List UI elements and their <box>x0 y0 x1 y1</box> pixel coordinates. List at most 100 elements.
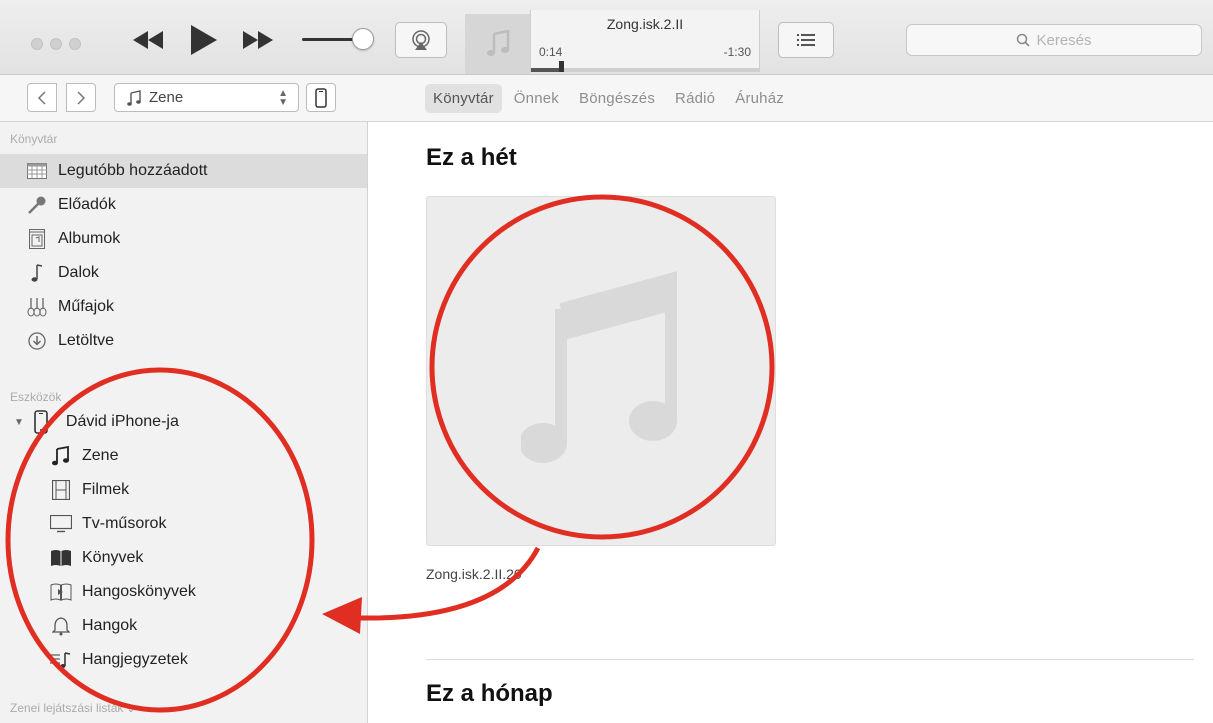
remaining-time: -1:30 <box>723 45 751 59</box>
album-artwork-tile[interactable] <box>426 196 776 546</box>
sidebar-item-label: Tv-műsorok <box>82 515 167 532</box>
music-icon <box>50 445 72 467</box>
tv-icon <box>50 513 72 535</box>
book-icon <box>50 547 72 569</box>
download-icon <box>26 330 48 352</box>
select-arrows-icon: ▲ ▼ <box>278 88 288 108</box>
device-button[interactable] <box>306 83 336 112</box>
back-button[interactable] <box>27 83 57 112</box>
sidebar-item-device-voice-memos[interactable]: Hangjegyzetek <box>0 643 367 677</box>
elapsed-time: 0:14 <box>539 45 563 59</box>
sidebar-item-genres[interactable]: Műfajok <box>0 290 367 324</box>
iphone-icon <box>30 410 52 434</box>
album-icon <box>26 228 48 250</box>
minimize-window-button[interactable] <box>50 38 62 50</box>
device-name: Dávid iPhone-ja <box>65 413 179 430</box>
play-button[interactable] <box>186 22 222 58</box>
chevron-down-icon: ⌄ <box>126 704 136 715</box>
rewind-button[interactable] <box>128 22 168 58</box>
fast-forward-button[interactable] <box>238 22 278 58</box>
play-icon <box>191 25 217 55</box>
now-playing-artwork <box>465 14 530 74</box>
disclosure-triangle-icon[interactable]: ▼ <box>14 417 24 428</box>
annotation-arrow-line <box>359 546 541 621</box>
sidebar-item-label: Műfajok <box>58 298 115 315</box>
sidebar-item-songs[interactable]: Dalok <box>0 256 367 290</box>
chevron-left-icon <box>37 90 46 105</box>
devices-heading: Eszközök <box>10 390 62 404</box>
microphone-icon <box>26 194 48 216</box>
sidebar-item-device-movies[interactable]: Filmek <box>0 473 367 507</box>
airplay-button[interactable] <box>395 22 447 58</box>
zoom-window-button[interactable] <box>69 38 81 50</box>
search-field[interactable]: Keresés <box>906 24 1202 56</box>
title-bar: Zong.isk.2.II 0:14 -1:30 Keresés <box>0 0 1213 75</box>
sidebar-item-recently-added[interactable]: Legutóbb hozzáadott <box>0 154 367 188</box>
now-playing-display: Zong.isk.2.II 0:14 -1:30 <box>530 10 760 72</box>
note-icon <box>26 262 48 284</box>
now-playing-title: Zong.isk.2.II <box>606 16 684 32</box>
sidebar-item-device[interactable]: ▼ Dávid iPhone-ja <box>0 405 367 439</box>
sidebar-item-downloaded[interactable]: Letöltve <box>0 324 367 358</box>
sidebar-item-artists[interactable]: Előadók <box>0 188 367 222</box>
sidebar-item-device-tones[interactable]: Hangok <box>0 609 367 643</box>
film-icon <box>50 479 72 501</box>
sidebar-item-device-books[interactable]: Könyvek <box>0 541 367 575</box>
album-caption[interactable]: Zong.isk.2.II.20 <box>426 566 522 582</box>
sidebar-item-device-tv-shows[interactable]: Tv-műsorok <box>0 507 367 541</box>
music-note-placeholder-icon <box>521 271 677 463</box>
sidebar-item-label: Dalok <box>58 264 99 281</box>
navigation-bar: Zene ▲ ▼ Könyvtár Önnek Böngészés Rádió Á… <box>0 75 1213 122</box>
sidebar-item-label: Zene <box>82 447 119 464</box>
fast-forward-icon <box>243 31 273 49</box>
sidebar-item-device-music[interactable]: Zene <box>0 439 367 473</box>
library-heading: Könyvtár <box>10 132 58 146</box>
music-note-icon <box>486 30 509 56</box>
sidebar-item-label: Hangok <box>82 617 138 634</box>
sidebar-item-label: Hangjegyzetek <box>82 651 188 668</box>
tab-radio[interactable]: Rádió <box>667 84 723 113</box>
sidebar-item-label: Előadók <box>58 196 116 213</box>
guitars-icon <box>26 296 48 318</box>
volume-knob[interactable] <box>352 28 374 50</box>
audiobook-icon <box>50 581 72 603</box>
section-title-this-week: Ez a hét <box>426 144 517 171</box>
up-next-button[interactable] <box>778 22 834 58</box>
sidebar-item-albums[interactable]: Albumok <box>0 222 367 256</box>
search-placeholder: Keresés <box>1036 31 1092 49</box>
forward-button[interactable] <box>66 83 96 112</box>
tab-for-you[interactable]: Önnek <box>506 84 567 113</box>
chevron-right-icon <box>77 90 86 105</box>
playback-scrubber[interactable] <box>558 61 564 72</box>
tab-browse[interactable]: Böngészés <box>571 84 663 113</box>
sidebar-item-label: Letöltve <box>58 332 115 349</box>
music-note-icon <box>127 89 141 106</box>
playback-progress-fill <box>531 68 561 72</box>
playlists-heading-label: Zenei lejátszási listák <box>10 701 124 715</box>
close-window-button[interactable] <box>31 38 43 50</box>
search-icon <box>1017 33 1031 47</box>
library-tabs: Könyvtár Önnek Böngészés Rádió Áruház <box>425 84 792 113</box>
media-kind-select[interactable]: Zene ▲ ▼ <box>114 83 299 112</box>
sidebar-item-label: Legutóbb hozzáadott <box>58 162 208 179</box>
bell-icon <box>50 615 72 637</box>
sidebar-item-label: Albumok <box>58 230 121 247</box>
tab-store[interactable]: Áruház <box>727 84 792 113</box>
sidebar-item-label: Könyvek <box>82 549 144 566</box>
voice-memo-icon <box>50 649 72 671</box>
playback-progress-bar[interactable] <box>531 68 759 72</box>
sidebar-item-label: Hangoskönyvek <box>82 583 196 600</box>
grid-icon <box>26 160 48 182</box>
rewind-icon <box>133 31 163 49</box>
list-icon <box>797 34 815 46</box>
sidebar: Könyvtár Legutóbb hozzáadott Előadók Alb… <box>0 122 368 723</box>
iphone-icon <box>315 87 327 108</box>
tab-library[interactable]: Könyvtár <box>425 84 502 113</box>
playlists-heading[interactable]: Zenei lejátszási listák ⌄ <box>10 701 135 715</box>
sidebar-item-device-audiobooks[interactable]: Hangoskönyvek <box>0 575 367 609</box>
section-title-this-month: Ez a hónap <box>426 680 553 707</box>
section-divider <box>426 659 1194 660</box>
airplay-icon <box>412 30 430 50</box>
media-kind-value: Zene <box>149 89 184 106</box>
sidebar-item-label: Filmek <box>82 481 130 498</box>
